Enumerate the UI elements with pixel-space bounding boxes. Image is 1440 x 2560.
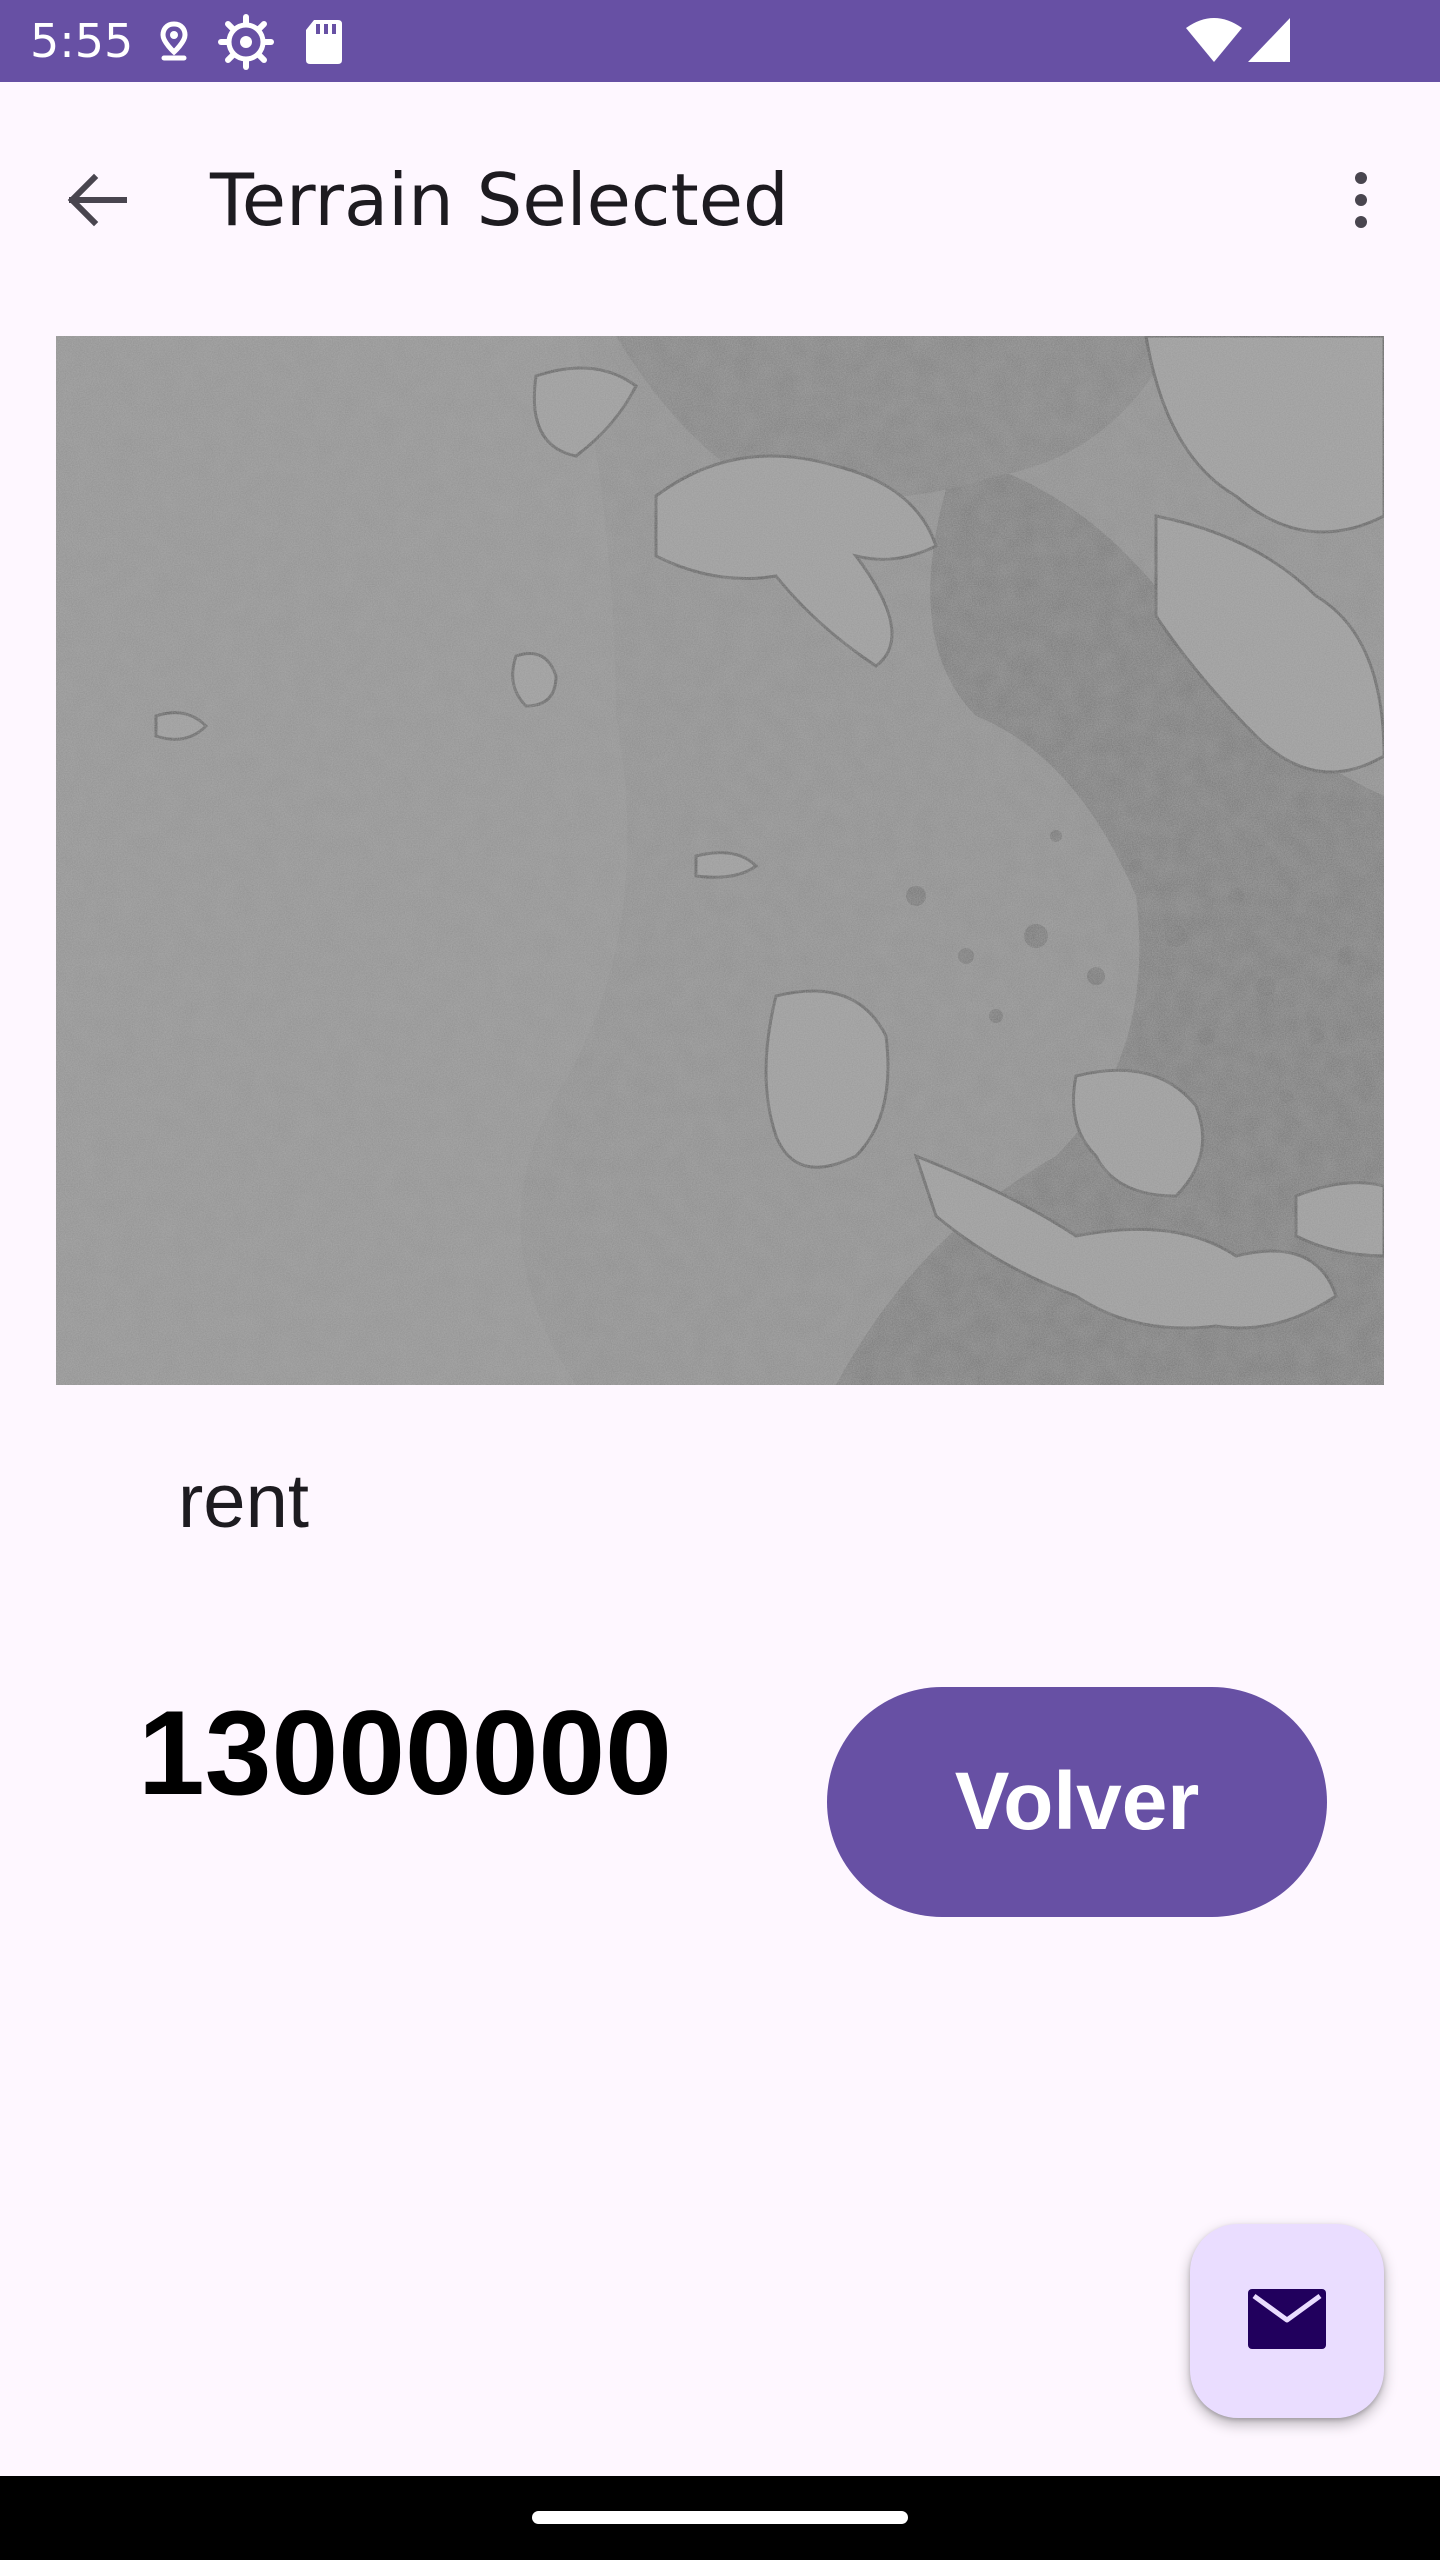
terrain-type-label: rent [178, 1459, 309, 1544]
back-button[interactable] [46, 152, 146, 252]
volver-button[interactable]: Volver [827, 1687, 1327, 1917]
mail-icon [1245, 2286, 1329, 2356]
system-navigation-bar [0, 2476, 1440, 2560]
home-gesture-handle[interactable] [532, 2511, 908, 2524]
settings-gear-icon [218, 14, 274, 70]
location-pin-icon [146, 14, 202, 70]
volver-button-label: Volver [954, 1756, 1200, 1847]
terrain-price: 13000000 [138, 1686, 672, 1820]
wifi-icon [1184, 14, 1244, 70]
status-time: 5:55 [30, 14, 134, 68]
cellular-signal-icon [1246, 14, 1292, 70]
terrain-image [56, 336, 1384, 1385]
more-options-button[interactable] [1316, 152, 1406, 252]
mail-fab-button[interactable] [1190, 2224, 1384, 2418]
page-title: Terrain Selected [210, 158, 789, 242]
sd-card-icon [296, 14, 352, 70]
top-app-bar: Terrain Selected [0, 82, 1440, 312]
more-vert-icon [1349, 168, 1373, 236]
arrow-back-icon [64, 168, 128, 236]
status-bar: 5:55 [0, 0, 1440, 82]
